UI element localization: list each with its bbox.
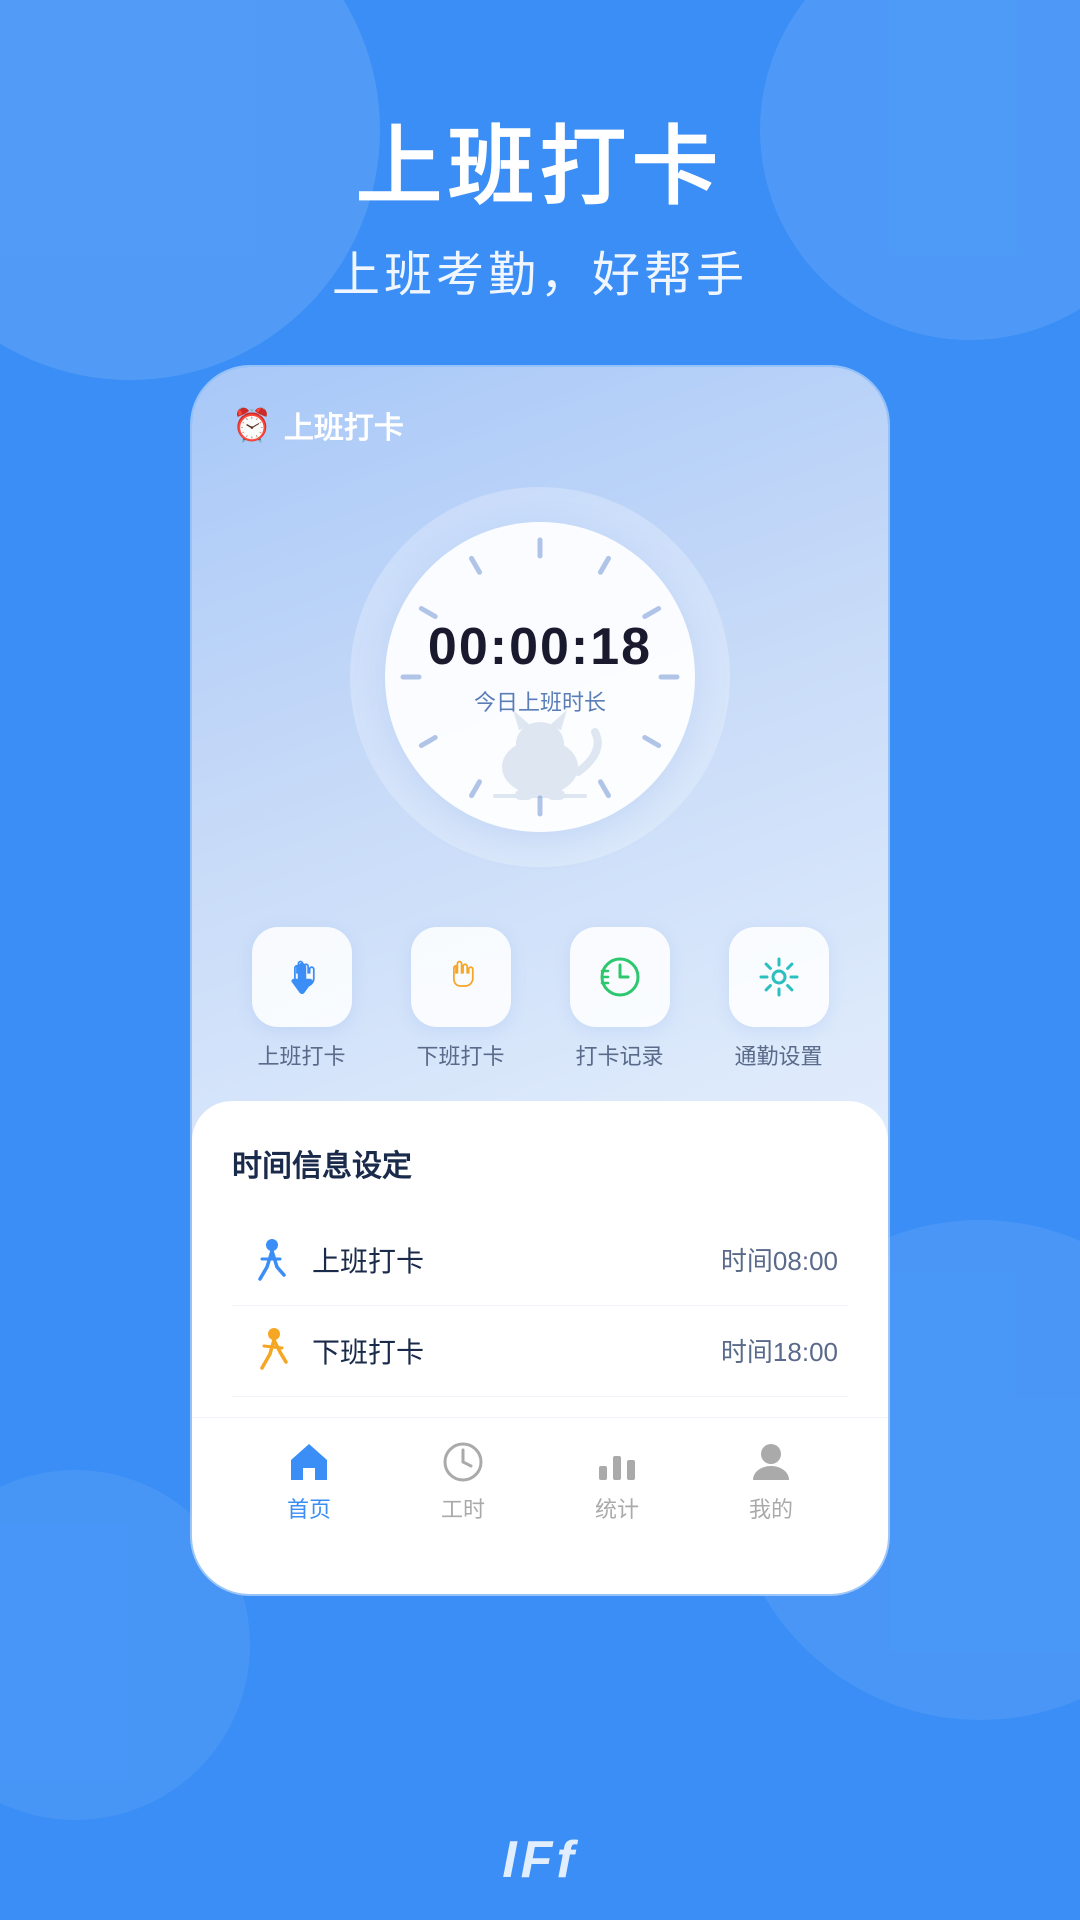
checkout-button[interactable] — [411, 927, 511, 1027]
checkin-button[interactable] — [252, 927, 352, 1027]
bottom-nav: 首页 工时 — [192, 1417, 888, 1534]
nav-home[interactable]: 首页 — [285, 1438, 333, 1524]
walking-icon-blue — [242, 1235, 292, 1285]
clock-face: 00:00:18 今日上班时长 — [385, 522, 695, 832]
checkin-label: 上班打卡 — [257, 1039, 345, 1071]
settings-button[interactable] — [729, 927, 829, 1027]
nav-home-label: 首页 — [287, 1492, 331, 1524]
alarm-clock-icon: ⏰ — [232, 406, 272, 444]
schedule-item-evening[interactable]: 下班打卡 时间18:00 — [232, 1306, 848, 1397]
phone-topbar: ⏰ 上班打卡 — [192, 367, 888, 467]
records-button[interactable] — [570, 927, 670, 1027]
morning-schedule-name: 上班打卡 — [312, 1240, 721, 1280]
checkout-icon — [435, 951, 487, 1003]
nav-stats-label: 统计 — [595, 1492, 639, 1524]
running-icon-orange — [242, 1326, 292, 1376]
stats-icon — [593, 1438, 641, 1486]
nav-hours[interactable]: 工时 — [439, 1438, 487, 1524]
home-icon — [285, 1438, 333, 1486]
clock-outer-ring: 00:00:18 今日上班时长 — [350, 487, 730, 867]
action-settings[interactable]: 通勤设置 — [729, 927, 829, 1071]
settings-icon — [753, 951, 805, 1003]
evening-icon — [242, 1326, 292, 1376]
nav-me[interactable]: 我的 — [747, 1438, 795, 1524]
watermark: IFf — [502, 1830, 578, 1890]
clock-area: 00:00:18 今日上班时长 — [192, 467, 888, 897]
phone-mockup: ⏰ 上班打卡 — [190, 365, 890, 1596]
nav-me-label: 我的 — [749, 1492, 793, 1524]
clock-label: 今日上班时长 — [474, 685, 606, 717]
action-checkin[interactable]: 上班打卡 — [252, 927, 352, 1071]
hours-icon — [439, 1438, 487, 1486]
phone-app-name: 上班打卡 — [284, 403, 404, 447]
action-checkout[interactable]: 下班打卡 — [411, 927, 511, 1071]
schedule-item-morning[interactable]: 上班打卡 时间08:00 — [232, 1215, 848, 1306]
schedule-section-title: 时间信息设定 — [232, 1141, 848, 1185]
me-icon — [747, 1438, 795, 1486]
evening-schedule-time: 时间18:00 — [721, 1332, 838, 1369]
evening-schedule-name: 下班打卡 — [312, 1331, 721, 1371]
phone-inner: ⏰ 上班打卡 — [192, 367, 888, 1594]
morning-icon — [242, 1235, 292, 1285]
bottom-section: 时间信息设定 上班打卡 时间08:00 — [192, 1101, 888, 1594]
nav-stats[interactable]: 统计 — [593, 1438, 641, 1524]
action-buttons-row: 上班打卡 下班打卡 — [192, 897, 888, 1091]
action-records[interactable]: 打卡记录 — [570, 927, 670, 1071]
watermark-text: IFf — [502, 1830, 578, 1890]
header: 上班打卡 上班考勤，好帮手 — [0, 0, 1080, 365]
settings-label: 通勤设置 — [734, 1039, 822, 1071]
checkin-icon — [276, 951, 328, 1003]
app-title: 上班打卡 — [0, 120, 1080, 215]
morning-schedule-time: 时间08:00 — [721, 1241, 838, 1278]
app-subtitle: 上班考勤，好帮手 — [0, 235, 1080, 305]
nav-hours-label: 工时 — [441, 1492, 485, 1524]
records-icon — [594, 951, 646, 1003]
records-label: 打卡记录 — [575, 1039, 663, 1071]
checkout-label: 下班打卡 — [416, 1039, 504, 1071]
clock-time-display: 00:00:18 — [428, 617, 652, 677]
